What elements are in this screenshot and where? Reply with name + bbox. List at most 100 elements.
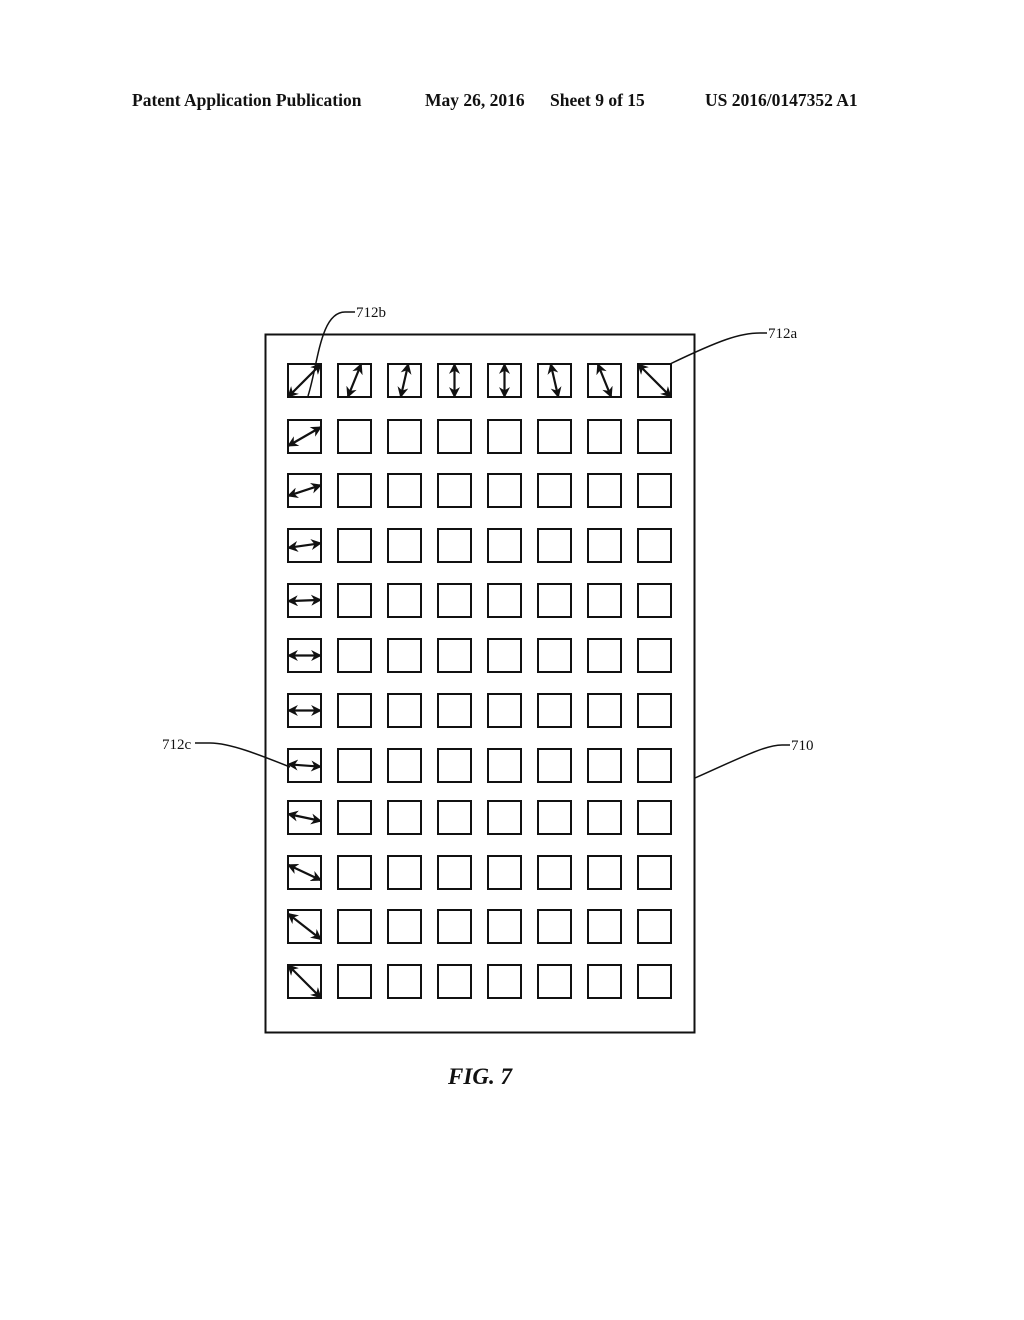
- double-arrow-icon: [637, 363, 672, 398]
- double-arrow-icon: [596, 362, 613, 399]
- grid-cell: [337, 748, 372, 783]
- grid-cell: [487, 964, 522, 999]
- label-712a: 712a: [768, 326, 798, 342]
- grid-cell: [637, 748, 672, 783]
- grid-cell: [437, 528, 472, 563]
- double-arrow-icon: [346, 362, 363, 399]
- leader-710: [694, 744, 790, 779]
- double-arrow-icon: [397, 362, 412, 399]
- grid-cell: [537, 528, 572, 563]
- grid-cell: [487, 855, 522, 890]
- double-arrow-icon: [286, 482, 323, 499]
- grid-cell: [537, 693, 572, 728]
- grid-cell: [637, 800, 672, 835]
- grid-cell: [587, 473, 622, 508]
- grid-cell: [587, 909, 622, 944]
- grid-cell: [637, 693, 672, 728]
- grid-cell: [437, 638, 472, 673]
- grid-cell: [437, 855, 472, 890]
- figure-caption: FIG. 7: [448, 1064, 512, 1089]
- grid-cell: [437, 909, 472, 944]
- grid-cell: [387, 473, 422, 508]
- grid-cell: [337, 419, 372, 454]
- grid-cell: [337, 964, 372, 999]
- grid-cell: [437, 583, 472, 618]
- grid-cell: [487, 638, 522, 673]
- grid-cell: [537, 473, 572, 508]
- grid-cell: [387, 800, 422, 835]
- grid-cell: [387, 583, 422, 618]
- grid-cell: [537, 964, 572, 999]
- grid-cell: [337, 583, 372, 618]
- grid-cell: [437, 693, 472, 728]
- double-arrow-icon: [286, 810, 323, 825]
- leader-712a: [669, 332, 767, 365]
- grid-cell: [587, 964, 622, 999]
- grid-cell: [537, 583, 572, 618]
- grid-cell: [387, 964, 422, 999]
- grid-cell: [387, 909, 422, 944]
- grid-cell: [437, 964, 472, 999]
- grid-cell: [637, 419, 672, 454]
- grid-cell: [537, 638, 572, 673]
- double-arrow-icon: [287, 912, 322, 941]
- grid-cell: [437, 800, 472, 835]
- grid-cell: [587, 693, 622, 728]
- grid-cell: [637, 964, 672, 999]
- grid-cell: [487, 909, 522, 944]
- grid-cell: [337, 473, 372, 508]
- grid-cell: [587, 800, 622, 835]
- double-arrow-icon: [287, 964, 322, 999]
- double-arrow-icon: [286, 759, 323, 772]
- grid-cell: [487, 800, 522, 835]
- grid-cell: [637, 528, 672, 563]
- label-710: 710: [791, 738, 814, 754]
- grid-cell: [537, 419, 572, 454]
- grid-cell: [587, 855, 622, 890]
- grid-cell: [387, 638, 422, 673]
- label-712b: 712b: [356, 305, 386, 321]
- grid-cell: [337, 528, 372, 563]
- grid-cell: [487, 748, 522, 783]
- double-arrow-icon: [286, 594, 323, 607]
- double-arrow-icon: [287, 863, 322, 882]
- grid-cell: [437, 419, 472, 454]
- label-712c: 712c: [162, 737, 192, 753]
- double-arrow-icon: [286, 539, 323, 552]
- grid-cell: [387, 855, 422, 890]
- grid-cell: [587, 748, 622, 783]
- grid-cell: [537, 748, 572, 783]
- grid-cell: [637, 638, 672, 673]
- grid-cell: [387, 528, 422, 563]
- grid-cell: [487, 419, 522, 454]
- grid-cell: [487, 583, 522, 618]
- grid-cell: [587, 583, 622, 618]
- grid-cell: [387, 419, 422, 454]
- grid-cell: [337, 909, 372, 944]
- figure-drawing: 712b 712a 712c 710: [162, 305, 814, 1034]
- double-arrow-icon: [287, 426, 322, 447]
- grid-cell: [437, 748, 472, 783]
- grid-cell: [587, 638, 622, 673]
- grid-cell: [487, 528, 522, 563]
- grid-cell: [487, 473, 522, 508]
- grid-cell: [337, 855, 372, 890]
- grid-cell: [337, 638, 372, 673]
- grid-cell: [337, 800, 372, 835]
- grid-cell: [337, 693, 372, 728]
- grid-cell: [537, 800, 572, 835]
- grid-cell: [437, 473, 472, 508]
- grid-cell: [387, 693, 422, 728]
- grid-cell: [637, 909, 672, 944]
- grid-cell: [637, 855, 672, 890]
- grid-cell: [387, 748, 422, 783]
- grid-cell: [637, 583, 672, 618]
- grid-cell: [637, 473, 672, 508]
- grid-cell: [587, 528, 622, 563]
- grid-cell: [537, 909, 572, 944]
- double-arrow-icon: [547, 362, 562, 399]
- leader-712b: [307, 311, 355, 397]
- panel-710: [264, 333, 696, 1034]
- double-arrow-icon: [287, 363, 322, 398]
- grid-cell: [587, 419, 622, 454]
